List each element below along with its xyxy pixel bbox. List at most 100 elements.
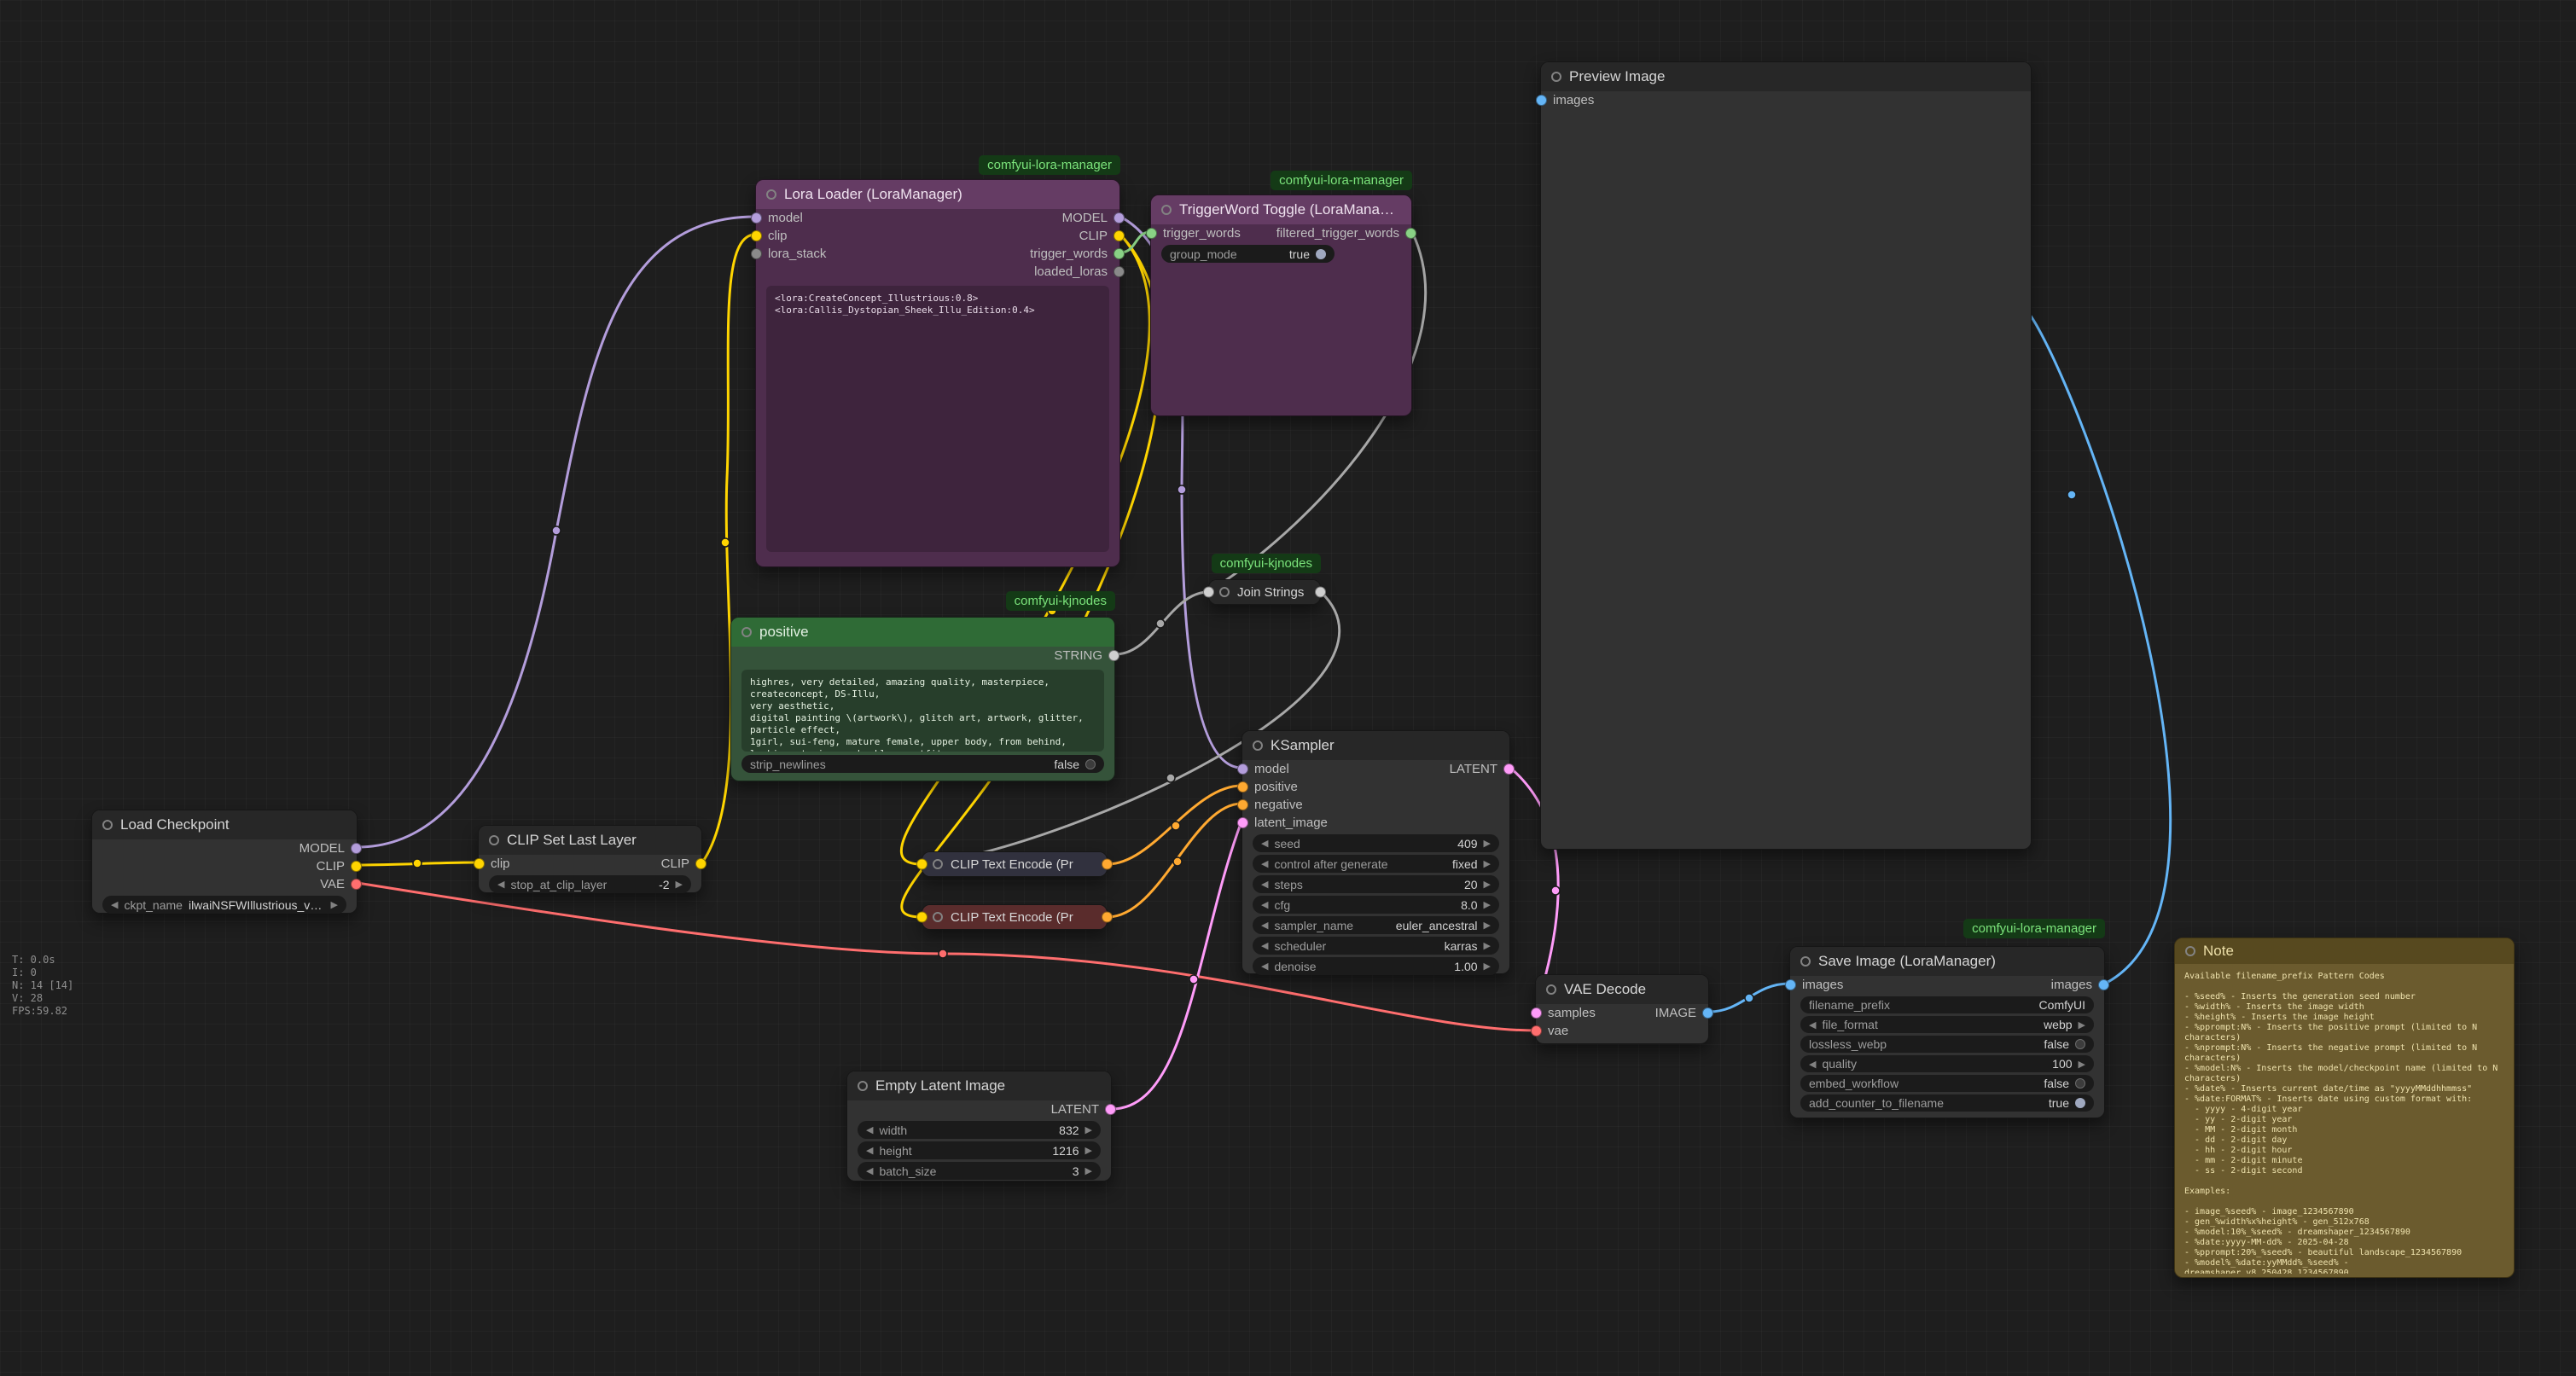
widget-scheduler[interactable]: ◀ scheduler karras ▶ [1253, 937, 1499, 955]
combo-right-arrow[interactable]: ▶ [331, 899, 338, 910]
node-empty-latent-image[interactable]: Empty Latent Image LATENT ◀ width 832 ▶ … [846, 1071, 1112, 1182]
toggle-dot[interactable] [1085, 759, 1096, 769]
string-output-dot[interactable] [1108, 650, 1119, 661]
latent-output-dot[interactable] [1503, 763, 1515, 775]
combo-left-arrow[interactable]: ◀ [1261, 838, 1268, 849]
clip-output-dot[interactable] [1114, 230, 1125, 241]
node-header[interactable]: Note [2175, 938, 2514, 964]
widget-batch-size[interactable]: ◀ batch_size 3 ▶ [858, 1162, 1101, 1180]
node-header[interactable]: Empty Latent Image [847, 1071, 1111, 1100]
node-header[interactable]: CLIP Set Last Layer [479, 826, 701, 855]
model-output-dot[interactable] [351, 843, 362, 854]
model-input-dot[interactable] [1237, 763, 1248, 775]
widget-file-format[interactable]: ◀ file_format webp ▶ [1800, 1016, 2094, 1033]
widget-strip-newlines[interactable]: strip_newlines false [741, 755, 1104, 773]
collapse-icon[interactable] [741, 627, 752, 637]
combo-right-arrow[interactable]: ▶ [1484, 899, 1491, 910]
clip-output-dot[interactable] [351, 861, 362, 872]
input-slot-clip[interactable]: clip [481, 856, 510, 871]
trigger-words-output-dot[interactable] [1114, 248, 1125, 259]
node-header[interactable]: KSampler [1242, 731, 1509, 760]
node-header[interactable]: VAE Decode [1536, 975, 1708, 1004]
output-slot-loaded-loras[interactable]: loaded_loras [1034, 264, 1117, 279]
node-header[interactable]: Load Checkpoint [92, 810, 357, 839]
input-slot-trigger-words[interactable]: trigger_words [1154, 226, 1241, 241]
node-save-image[interactable]: Save Image (LoraManager) images images f… [1789, 946, 2105, 1118]
toggle-dot[interactable] [2075, 1039, 2085, 1049]
input-slot-model[interactable]: model [1245, 762, 1289, 776]
string-input-dot[interactable] [1203, 587, 1214, 598]
collapse-icon[interactable] [1253, 740, 1263, 751]
widget-steps[interactable]: ◀ steps 20 ▶ [1253, 875, 1499, 893]
combo-left-arrow[interactable]: ◀ [1261, 899, 1268, 910]
node-note[interactable]: Note Available filename_prefix Pattern C… [2174, 938, 2515, 1278]
combo-right-arrow[interactable]: ▶ [1484, 940, 1491, 951]
clip-input-dot[interactable] [916, 859, 927, 870]
samples-input-dot[interactable] [1531, 1007, 1542, 1019]
combo-right-arrow[interactable]: ▶ [1484, 920, 1491, 931]
node-header[interactable]: Preview Image [1541, 62, 2031, 91]
negative-input-dot[interactable] [1237, 799, 1248, 810]
combo-left-arrow[interactable]: ◀ [111, 899, 118, 910]
combo-left-arrow[interactable]: ◀ [1261, 858, 1268, 869]
combo-right-arrow[interactable]: ▶ [1484, 838, 1491, 849]
node-header[interactable]: Save Image (LoraManager) [1790, 947, 2104, 976]
node-header[interactable]: Lora Loader (LoraManager) [756, 180, 1119, 209]
node-join-strings[interactable]: Join Strings [1208, 579, 1321, 605]
image-output-dot[interactable] [1702, 1007, 1713, 1019]
node-positive-prompt[interactable]: positive STRING highres, very detailed, … [730, 617, 1115, 781]
input-slot-positive[interactable]: positive [1245, 780, 1298, 794]
collapse-icon[interactable] [1800, 956, 1811, 967]
node-triggerword-toggle[interactable]: TriggerWord Toggle (LoraManager) trigger… [1150, 194, 1412, 416]
widget-ckpt-name[interactable]: ◀ ckpt_name ilwaiNSFWIllustrious_v110.s.… [102, 896, 346, 914]
output-slot-latent[interactable]: LATENT [1450, 762, 1507, 776]
output-slot-clip[interactable]: CLIP [317, 859, 354, 874]
node-load-checkpoint[interactable]: Load Checkpoint MODEL CLIP VAE ◀ ckpt_na… [91, 810, 358, 914]
widget-embed-workflow[interactable]: embed_workflow false [1800, 1075, 2094, 1092]
combo-right-arrow[interactable]: ▶ [1484, 858, 1491, 869]
clip-output-dot[interactable] [695, 858, 707, 869]
widget-stop-at-clip-layer[interactable]: ◀ stop_at_clip_layer -2 ▶ [489, 875, 691, 893]
model-input-dot[interactable] [751, 212, 762, 224]
input-slot-latent-image[interactable]: latent_image [1245, 816, 1328, 830]
toggle-dot[interactable] [2075, 1098, 2085, 1108]
combo-left-arrow[interactable]: ◀ [1261, 879, 1268, 890]
images-input-dot[interactable] [1536, 95, 1547, 106]
input-slot-clip[interactable]: clip [759, 229, 788, 243]
combo-left-arrow[interactable]: ◀ [1261, 940, 1268, 951]
node-clip-text-encode-negative[interactable]: CLIP Text Encode (Pr [922, 904, 1108, 930]
trigger-words-input-dot[interactable] [1146, 228, 1157, 239]
input-slot-model[interactable]: model [759, 211, 803, 225]
combo-left-arrow[interactable]: ◀ [866, 1165, 873, 1176]
output-slot-images[interactable]: images [2051, 978, 2102, 992]
combo-right-arrow[interactable]: ▶ [1484, 961, 1491, 972]
prompt-textarea[interactable]: highres, very detailed, amazing quality,… [741, 670, 1104, 752]
combo-left-arrow[interactable]: ◀ [1261, 920, 1268, 931]
widget-group-mode[interactable]: group_mode true [1161, 245, 1335, 263]
note-text[interactable]: Available filename_prefix Pattern Codes … [2175, 964, 2514, 1274]
widget-quality[interactable]: ◀ quality 100 ▶ [1800, 1055, 2094, 1072]
combo-left-arrow[interactable]: ◀ [497, 879, 504, 890]
widget-cfg[interactable]: ◀ cfg 8.0 ▶ [1253, 896, 1499, 914]
images-input-dot[interactable] [1785, 979, 1796, 990]
clip-input-dot[interactable] [474, 858, 485, 869]
latent-output-dot[interactable] [1105, 1104, 1116, 1115]
combo-left-arrow[interactable]: ◀ [1261, 961, 1268, 972]
collapse-icon[interactable] [766, 189, 776, 200]
output-slot-model[interactable]: MODEL [299, 841, 354, 856]
combo-right-arrow[interactable]: ▶ [1085, 1145, 1092, 1156]
collapse-icon[interactable] [1219, 587, 1230, 597]
input-slot-lora-stack[interactable]: lora_stack [759, 247, 826, 261]
filtered-trigger-words-output-dot[interactable] [1405, 228, 1416, 239]
combo-left-arrow[interactable]: ◀ [866, 1124, 873, 1135]
collapse-icon[interactable] [2185, 946, 2195, 956]
latent-image-input-dot[interactable] [1237, 817, 1248, 828]
lora-stack-input-dot[interactable] [751, 248, 762, 259]
combo-right-arrow[interactable]: ▶ [2079, 1019, 2085, 1031]
output-slot-string[interactable]: STRING [1054, 648, 1112, 663]
node-vae-decode[interactable]: VAE Decode samples IMAGE vae [1535, 974, 1709, 1044]
node-header[interactable]: positive [731, 618, 1114, 647]
combo-left-arrow[interactable]: ◀ [1809, 1019, 1816, 1031]
clip-input-dot[interactable] [751, 230, 762, 241]
combo-right-arrow[interactable]: ▶ [1085, 1124, 1092, 1135]
